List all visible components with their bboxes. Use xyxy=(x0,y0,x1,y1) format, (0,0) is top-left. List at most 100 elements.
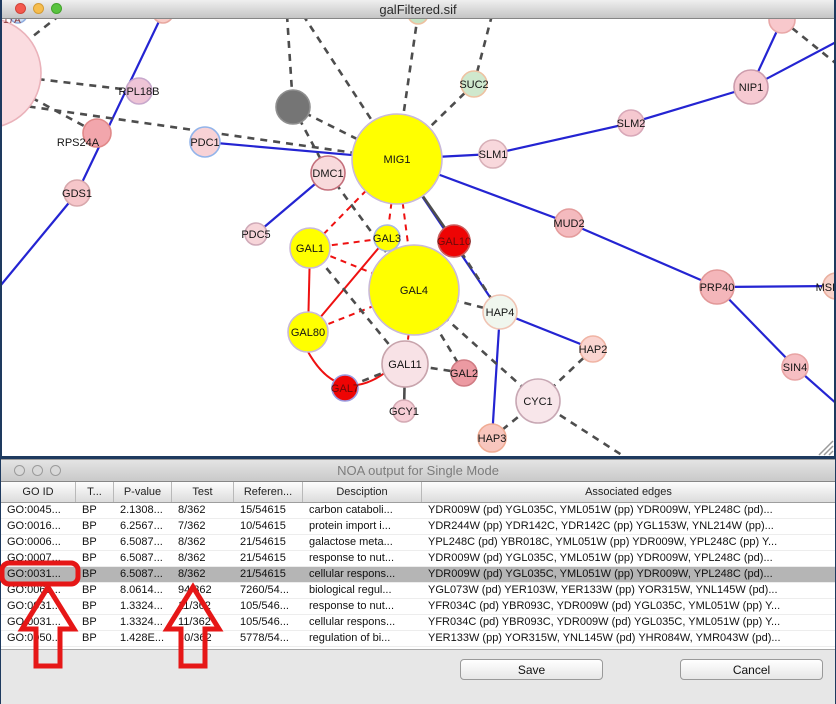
table-cell: BP xyxy=(76,599,114,614)
graph-node-topgreen[interactable] xyxy=(408,19,428,24)
table-cell: 1.3324... xyxy=(114,599,172,614)
table-row[interactable]: GO:0006...BP6.5087...8/36221/54615galact… xyxy=(1,535,835,551)
minimize-button[interactable] xyxy=(32,465,43,476)
table-cell: 94/362 xyxy=(172,583,234,598)
table-cell: YDR009W (pd) YGL035C, YML051W (pp) YDR00… xyxy=(422,551,835,566)
column-header-2[interactable]: P-value xyxy=(114,482,172,502)
table-cell: 1.428E... xyxy=(114,631,172,646)
graph-node-label: HAP3 xyxy=(478,433,507,445)
minimize-button[interactable] xyxy=(33,3,44,14)
table-cell: 8/362 xyxy=(172,551,234,566)
graph-node-label: GAL7 xyxy=(331,383,359,395)
table-cell: YDR009W (pd) YGL035C, YML051W (pp) YDR00… xyxy=(422,503,835,518)
table-row[interactable]: GO:0007...BP6.5087...8/36221/54615respon… xyxy=(1,551,835,567)
graph-edge xyxy=(77,19,163,193)
table-cell: 105/546... xyxy=(234,615,303,630)
table-cell: 8/362 xyxy=(172,567,234,582)
column-header-0[interactable]: GO ID xyxy=(1,482,76,502)
graph-node-label: GAL80 xyxy=(291,327,325,339)
graph-node-label: SLM1 xyxy=(479,149,508,161)
table-cell: GO:0045... xyxy=(1,503,76,518)
table-header: GO IDT...P-valueTestReferen...Desciption… xyxy=(1,482,835,503)
table-cell: carbon cataboli... xyxy=(303,503,422,518)
table-cell: 6.5087... xyxy=(114,567,172,582)
cancel-button[interactable]: Cancel xyxy=(680,659,823,680)
node-layer: RPL18BRPS24AGDS1PDC1MIG1DMC1SUC2SLM1SLM2… xyxy=(2,19,834,452)
table-cell: GO:0031... xyxy=(1,615,76,630)
table-cell: 80/362 xyxy=(172,631,234,646)
table-cell: YFR034C (pd) YBR093C, YDR009W (pd) YGL03… xyxy=(422,599,835,614)
traffic-lights xyxy=(15,3,62,14)
table-row[interactable]: GO:0031...BP1.3324...11/362105/546...cel… xyxy=(1,615,835,631)
table-cell: 105/546... xyxy=(234,599,303,614)
table-cell: YDR244W (pp) YDR142C, YDR142C (pp) YGL15… xyxy=(422,519,835,534)
graph-node-label: PRP40 xyxy=(700,282,735,294)
table-cell: cellular respons... xyxy=(303,567,422,582)
table-cell: GO:0031... xyxy=(1,599,76,614)
graph-node-label: RPS24A xyxy=(57,137,100,149)
table-cell: BP xyxy=(76,535,114,550)
close-button[interactable] xyxy=(14,465,25,476)
table-cell: 21/54615 xyxy=(234,535,303,550)
column-header-4[interactable]: Referen... xyxy=(234,482,303,502)
graph-node-label: SUC2 xyxy=(459,79,488,91)
resize-grip-icon[interactable] xyxy=(819,441,833,455)
table-cell: regulation of bi... xyxy=(303,631,422,646)
column-header-3[interactable]: Test xyxy=(172,482,234,502)
table-cell: BP xyxy=(76,615,114,630)
graph-edge xyxy=(493,123,631,154)
table-cell: YDR009W (pd) YGL035C, YML051W (pp) YDR00… xyxy=(422,567,835,582)
graph-node-label: PDC1 xyxy=(190,137,219,149)
graph-node-label: GCY1 xyxy=(389,406,419,418)
table-cell: 6.5087... xyxy=(114,535,172,550)
graph-node-label: GAL3 xyxy=(373,233,401,245)
network-titlebar[interactable]: galFiltered.sif xyxy=(2,0,834,19)
noa-window-title: NOA output for Single Mode xyxy=(337,463,499,478)
table-cell: 6.5087... xyxy=(114,551,172,566)
graph-node-label: GAL11 xyxy=(388,359,421,371)
graph-node-topright[interactable] xyxy=(769,19,795,33)
graph-node-label: GDS1 xyxy=(62,188,92,200)
table-cell: 8/362 xyxy=(172,535,234,550)
table-row[interactable]: GO:0031...BP1.3324...11/362105/546...res… xyxy=(1,599,835,615)
clipped-node-label: 17A xyxy=(3,19,21,26)
graph-canvas[interactable]: RPL18BRPS24AGDS1PDC1MIG1DMC1SUC2SLM1SLM2… xyxy=(2,19,834,456)
graph-node-label: GAL2 xyxy=(450,368,478,380)
table-cell: 21/54615 xyxy=(234,567,303,582)
table-cell: 11/362 xyxy=(172,615,234,630)
column-header-6[interactable]: Associated edges xyxy=(422,482,835,502)
graph-node-label: SIN4 xyxy=(783,362,807,374)
table-cell: BP xyxy=(76,503,114,518)
graph-node-label: MSL1 xyxy=(816,282,834,294)
graph-edge xyxy=(631,87,751,123)
graph-node-graynode[interactable] xyxy=(276,90,310,124)
close-button[interactable] xyxy=(15,3,26,14)
graph-node-label: HAP4 xyxy=(486,307,515,319)
graph-node-label: HAP2 xyxy=(579,344,608,356)
graph-node-label: GAL10 xyxy=(437,236,471,248)
zoom-button[interactable] xyxy=(51,3,62,14)
table-cell: biological regul... xyxy=(303,583,422,598)
table-cell: 8/362 xyxy=(172,503,234,518)
column-header-1[interactable]: T... xyxy=(76,482,114,502)
table-row[interactable]: GO:0045...BP2.1308...8/36215/54615carbon… xyxy=(1,503,835,519)
table-cell: response to nut... xyxy=(303,599,422,614)
table-row[interactable]: GO:0031...BP6.5087...8/36221/54615cellul… xyxy=(1,567,835,583)
table-row[interactable]: GO:0065...BP8.0614...94/3627260/54...bio… xyxy=(1,583,835,599)
noa-titlebar[interactable]: NOA output for Single Mode xyxy=(1,460,835,482)
table-cell: 21/54615 xyxy=(234,551,303,566)
graph-node-topcenter[interactable] xyxy=(153,19,173,23)
save-button[interactable]: Save xyxy=(460,659,603,680)
graph-node-label: MIG1 xyxy=(384,154,411,166)
table-row[interactable]: GO:0050...BP1.428E...80/3625778/54...reg… xyxy=(1,631,835,647)
zoom-button[interactable] xyxy=(50,465,61,476)
table-row[interactable]: GO:0016...BP6.2567...7/36210/54615protei… xyxy=(1,519,835,535)
column-header-5[interactable]: Desciption xyxy=(303,482,422,502)
noa-traffic-lights xyxy=(14,465,61,476)
table-cell: cellular respons... xyxy=(303,615,422,630)
table-cell: BP xyxy=(76,519,114,534)
table-cell: 7260/54... xyxy=(234,583,303,598)
table-cell: BP xyxy=(76,567,114,582)
graph-node-label: MUD2 xyxy=(553,218,584,230)
table-cell: 7/362 xyxy=(172,519,234,534)
